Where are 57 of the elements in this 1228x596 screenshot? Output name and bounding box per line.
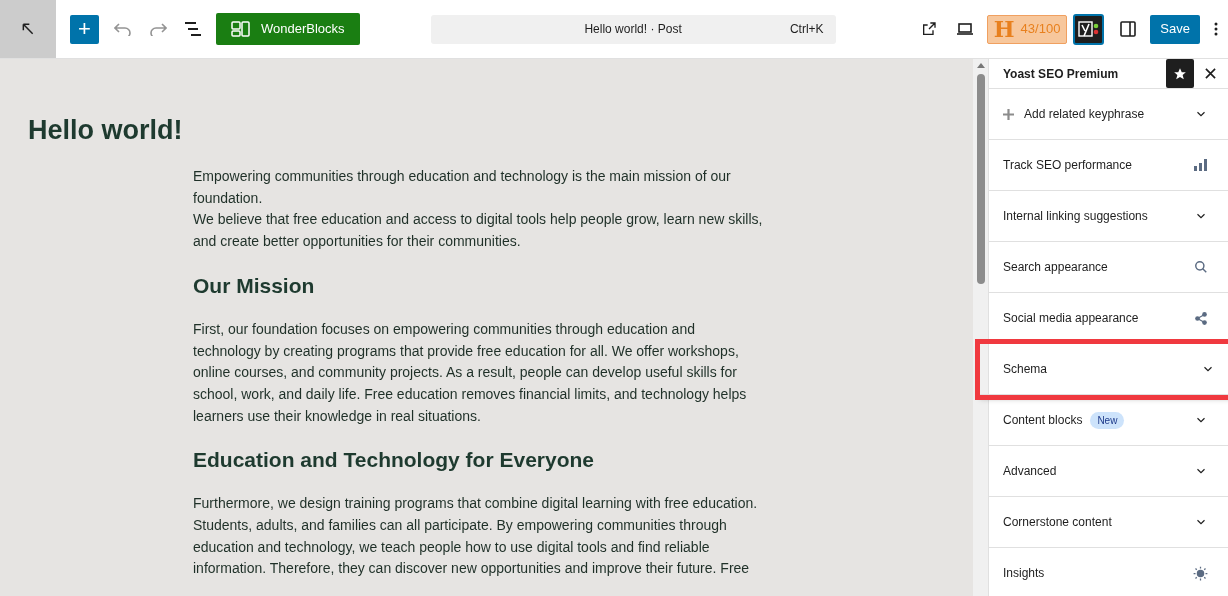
sidebar-panel-item[interactable]: Social media appearance xyxy=(989,293,1228,344)
sidebar-panel-item[interactable]: Schema xyxy=(980,344,1228,395)
redo-icon xyxy=(149,22,167,36)
post-title: Hello world! · Post xyxy=(584,21,682,38)
list-icon xyxy=(184,22,202,36)
close-button[interactable] xyxy=(1202,65,1218,82)
keyboard-shortcut: Ctrl+K xyxy=(789,21,824,38)
star-icon xyxy=(1173,66,1187,81)
panel-label: Social media appearance xyxy=(1003,310,1139,327)
arrow-up-left-icon xyxy=(20,21,36,37)
add-block-button[interactable]: + xyxy=(70,14,99,44)
panel-label: Add related keyphrase xyxy=(1024,106,1145,123)
sidebar-panel-item[interactable]: Track SEO performance xyxy=(989,140,1228,191)
sidebar-panel-item[interactable]: Insights xyxy=(989,548,1228,596)
bar-chart-icon xyxy=(1194,159,1208,171)
sidebar-panel-item[interactable]: Search appearance xyxy=(989,242,1228,293)
panel-label: Internal linking suggestions xyxy=(1003,208,1148,225)
scroll-up-icon xyxy=(976,63,985,68)
panel-label: Search appearance xyxy=(1003,259,1108,276)
sidebar-panel-item[interactable]: Content blocks New xyxy=(989,395,1228,446)
yoast-logo-icon xyxy=(1077,20,1100,38)
lightbulb-icon xyxy=(1193,565,1208,581)
external-link-icon xyxy=(920,21,937,37)
share-icon xyxy=(1194,310,1208,326)
paragraph: Empowering communities through education and technology is the main mission of our foundation. xyxy=(193,167,732,208)
close-icon xyxy=(1204,68,1216,79)
sidebar-panel-item[interactable]: Internal linking suggestions xyxy=(989,191,1228,242)
panel-label: Content blocks xyxy=(1003,412,1083,429)
undo-icon xyxy=(114,22,132,36)
plus-icon xyxy=(1003,108,1014,120)
command-bar[interactable]: Hello world! · Post Ctrl+K xyxy=(430,14,836,44)
save-button[interactable]: Save xyxy=(1150,14,1200,44)
new-badge: New xyxy=(1090,411,1125,429)
wonderblocks-button[interactable]: WonderBlocks xyxy=(216,13,360,45)
sidebar-panel-item[interactable]: Advanced xyxy=(989,446,1228,497)
sidebar-panel-item[interactable]: Cornerstone content xyxy=(989,497,1228,548)
sidebar-toggle-icon xyxy=(1120,21,1137,37)
panel-label: Advanced xyxy=(1003,463,1057,480)
search-icon xyxy=(1194,260,1208,274)
sidebar-panel-item[interactable]: Add related keyphrase xyxy=(989,89,1228,140)
panel-label: Cornerstone content xyxy=(1003,514,1112,531)
panel-label: Schema xyxy=(1003,361,1048,378)
panel-label: Insights xyxy=(1003,565,1045,582)
sidebar-title: Yoast SEO Premium xyxy=(1003,65,1120,83)
star-button[interactable] xyxy=(1166,59,1194,88)
section-heading: Our Mission xyxy=(193,272,316,299)
more-vertical-icon xyxy=(1214,22,1218,36)
scrollbar-thumb[interactable] xyxy=(976,74,985,284)
post-title-heading[interactable]: Hello world! xyxy=(28,114,945,146)
paragraph: First, our foundation focuses on empowering communities through education and technology by creating programs that provide free education for all. We offer workshops, online courses, and community projects. As a result, people can develop useful skills for school, work, and daily life. Free education removes financial limits, and technology helps learners use their knowledge in real situations. xyxy=(193,319,748,426)
panel-label: Track SEO performance xyxy=(1003,157,1132,174)
paragraph: We believe that free education and access to digital tools help people grow, learn new skills, and create better opportunities for their communities. xyxy=(193,210,764,252)
laptop-icon xyxy=(955,22,974,36)
paragraph: Furthermore, we design training programs that combine digital learning with free education. Students, adults, and families can all participate. By empowering communities through education and technology, we teach people how to use digital tools and find reliable information. Therefore, they can discover new opportunities and improve their future. Free xyxy=(193,494,759,579)
yoast-button[interactable] xyxy=(1073,13,1105,45)
section-heading: Education and Technology for Everyone xyxy=(193,447,595,474)
blocks-icon xyxy=(231,21,251,37)
